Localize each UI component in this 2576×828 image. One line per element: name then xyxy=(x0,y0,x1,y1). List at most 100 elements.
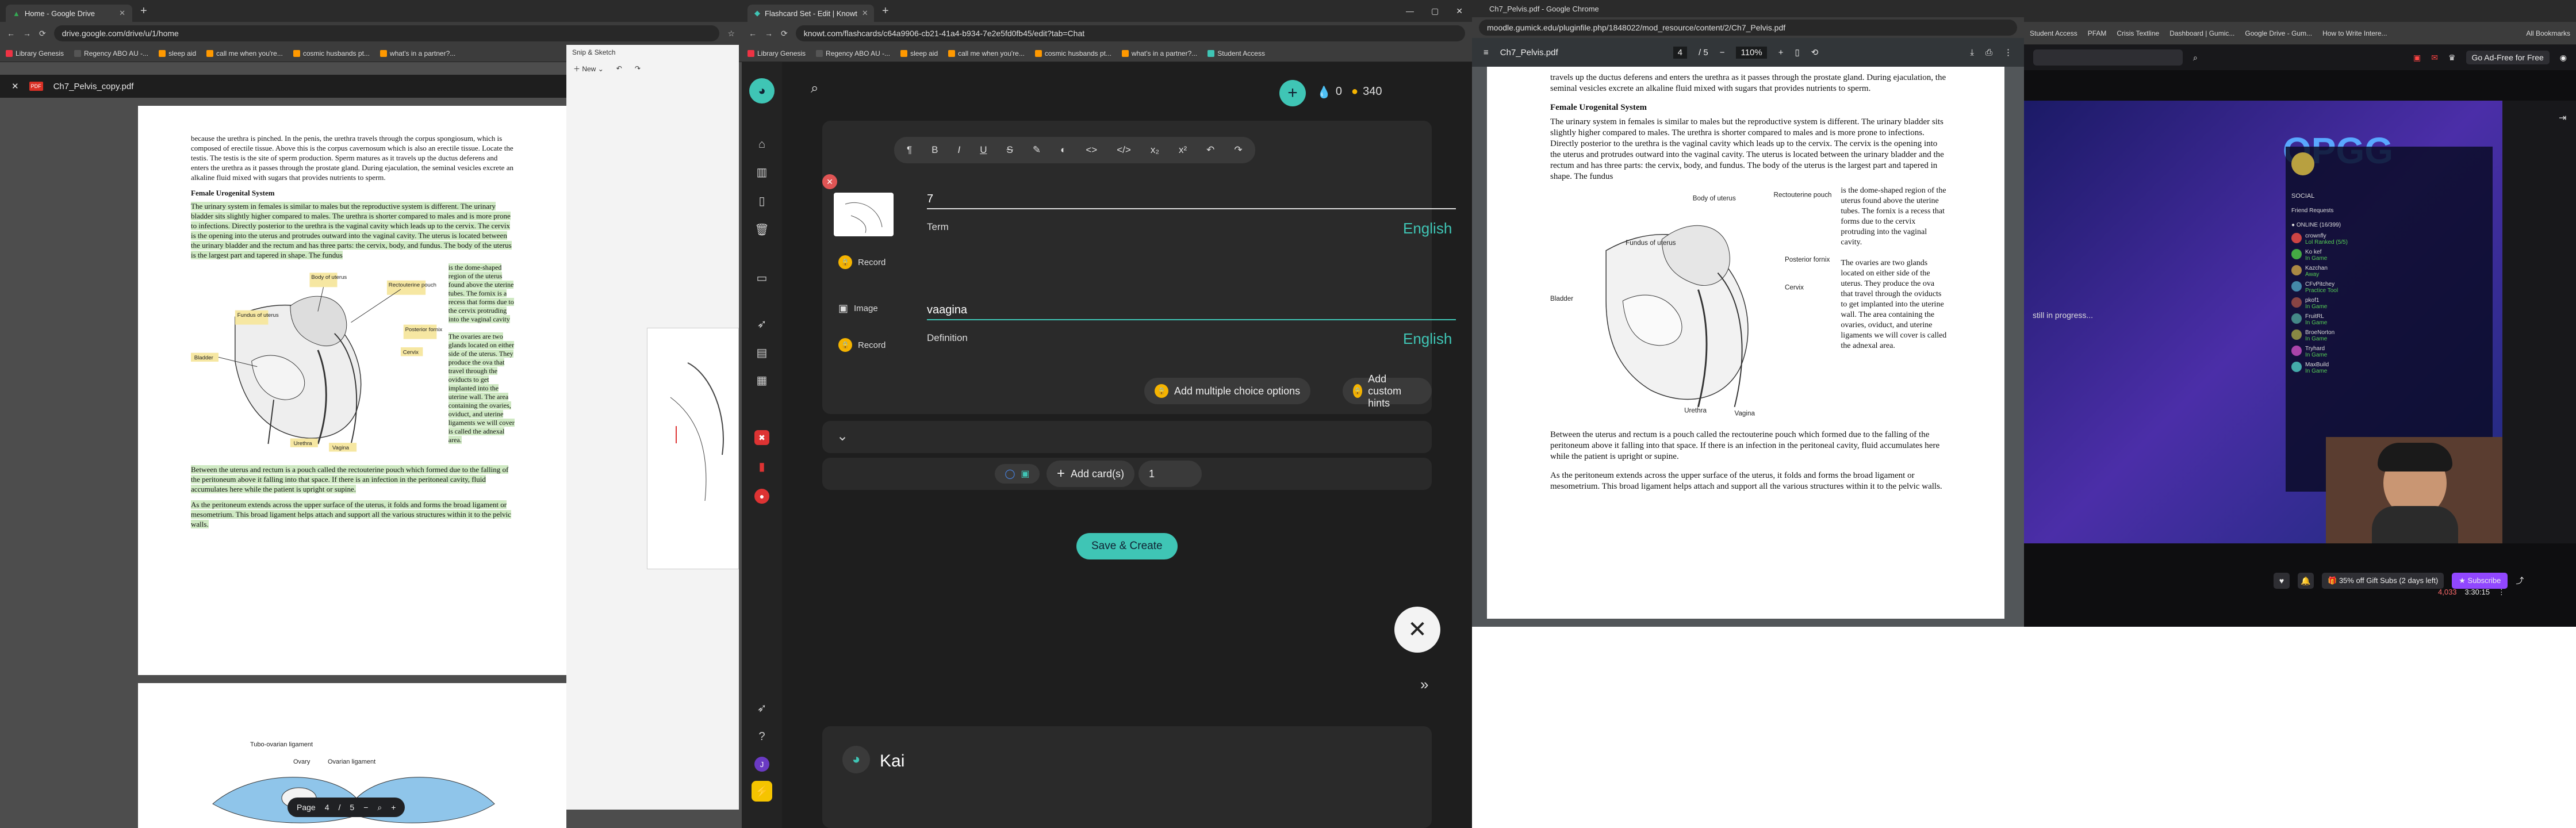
video-icon[interactable]: ✖ xyxy=(754,430,769,445)
print-icon[interactable]: ⎙ xyxy=(1985,48,1992,57)
bookmark-item[interactable]: Crisis Textline xyxy=(2117,29,2159,37)
tab-drive[interactable]: ▲ Home - Google Drive ✕ xyxy=(6,5,132,22)
import-button[interactable]: ◯ ▣ xyxy=(995,464,1040,484)
zoom-out-icon[interactable]: − xyxy=(363,803,368,812)
reload-icon[interactable]: ⟳ xyxy=(39,29,46,39)
undo-icon[interactable]: ↶ xyxy=(616,64,622,72)
back-icon[interactable]: ← xyxy=(749,29,757,38)
heart-icon[interactable]: ♥ xyxy=(2274,573,2290,589)
audio-icon[interactable]: ● xyxy=(754,489,769,504)
inbox-icon[interactable]: ✉ xyxy=(2431,53,2438,63)
card-count-input[interactable]: 1 xyxy=(1138,461,1202,487)
account-icon[interactable]: ◉ xyxy=(2560,53,2567,63)
bookmark-icon[interactable]: ▯ xyxy=(754,193,769,208)
subscript-icon[interactable]: x₂ xyxy=(1151,144,1159,156)
zoom-input[interactable]: 110% xyxy=(1736,46,1767,59)
undo-icon[interactable]: ↶ xyxy=(1206,144,1214,156)
list-item[interactable]: FruitRL In Game xyxy=(2291,313,2487,326)
library-icon[interactable]: ▥ xyxy=(754,164,769,179)
expand-icon[interactable]: » xyxy=(1420,676,1428,693)
custom-hints-button[interactable]: 🔒 Add custom hints xyxy=(1343,373,1432,409)
more-icon[interactable]: ⋮ xyxy=(2498,588,2505,597)
save-create-button[interactable]: Save & Create xyxy=(1076,533,1178,559)
bookmark-item[interactable]: sleep aid xyxy=(900,49,938,57)
menu-icon[interactable]: ≡ xyxy=(1483,48,1489,57)
bell-icon[interactable]: 🔔 xyxy=(2298,573,2314,589)
more-icon[interactable]: ⋮ xyxy=(2004,47,2012,57)
bookmark-item[interactable]: How to Write Intere... xyxy=(2322,29,2387,37)
bookmark-item[interactable]: Library Genesis xyxy=(6,49,64,57)
home-icon[interactable]: ⌂ xyxy=(754,137,769,152)
collapsed-card[interactable]: ⌄ xyxy=(822,421,1432,453)
page-current[interactable]: 4 xyxy=(325,803,329,812)
stream-search-input[interactable] xyxy=(2033,49,2183,66)
list-item[interactable]: MaxBuild In Game xyxy=(2291,362,2487,374)
new-tab-button[interactable]: + xyxy=(136,5,152,18)
bookmark-item[interactable]: PFAM xyxy=(2088,29,2107,37)
bookmark-item[interactable]: Student Access xyxy=(2030,29,2077,37)
zoom-in-icon[interactable]: + xyxy=(1778,48,1784,57)
notes-icon[interactable]: ▤ xyxy=(754,345,769,360)
term-language-select[interactable]: English xyxy=(1403,220,1452,237)
avatar[interactable]: J xyxy=(754,757,769,772)
bold-icon[interactable]: B xyxy=(931,144,938,156)
bookmark-item[interactable]: what's in a partner?... xyxy=(1121,49,1197,57)
download-icon[interactable]: ⤓ xyxy=(1970,48,1974,57)
list-item[interactable]: crownfly Lol Ranked (5/5) xyxy=(2291,233,2487,246)
italic-icon[interactable]: I xyxy=(957,144,960,156)
delete-card-icon[interactable]: ✕ xyxy=(822,174,837,189)
underline-icon[interactable]: U xyxy=(980,144,987,156)
pdf-icon[interactable]: ▮ xyxy=(754,459,769,474)
list-item[interactable]: CFvPitchey Practice Tool xyxy=(2291,281,2487,294)
tab-knowt[interactable]: ◆ Flashcard Set - Edit | Knowt ✕ xyxy=(747,5,874,22)
bookmark-item[interactable]: what's in a partner?... xyxy=(379,49,455,57)
code-icon[interactable]: <> xyxy=(1086,144,1097,156)
term-record-button[interactable]: 🔒 Record xyxy=(834,252,891,273)
reload-icon[interactable]: ⟳ xyxy=(781,29,788,39)
collapse-chat-icon[interactable]: ⇥ xyxy=(2559,112,2566,124)
strikethrough-icon[interactable]: S xyxy=(1007,144,1013,156)
color-icon[interactable]: ◐ xyxy=(1060,144,1066,156)
help-icon[interactable]: ? xyxy=(754,729,769,744)
multiple-choice-button[interactable]: 🔒 Add multiple choice options xyxy=(1144,378,1311,404)
list-item[interactable]: Ko kef In Game xyxy=(2291,249,2487,262)
list-item[interactable]: BroeNorton In Game xyxy=(2291,329,2487,342)
gift-subs-button[interactable]: 🎁 35% off Gift Subs (2 days left) xyxy=(2322,573,2444,589)
bookmark-item[interactable]: Library Genesis xyxy=(747,49,806,57)
ad-free-button[interactable]: Go Ad-Free for Free xyxy=(2466,51,2550,64)
close-icon[interactable]: ✕ xyxy=(1394,607,1440,653)
term-image-thumbnail[interactable] xyxy=(834,193,894,236)
close-tab-icon[interactable]: ✕ xyxy=(862,9,868,18)
bookmark-item[interactable]: sleep aid xyxy=(159,49,196,57)
launch-icon[interactable]: ➶ xyxy=(754,700,769,715)
back-icon[interactable]: ← xyxy=(7,29,15,38)
subscribe-button[interactable]: ★ Subscribe xyxy=(2452,573,2508,589)
add-cards-button[interactable]: + Add card(s) xyxy=(1046,461,1135,487)
close-tab-icon[interactable]: ✕ xyxy=(119,9,125,18)
zoom-icon[interactable]: ⌕ xyxy=(377,803,382,812)
trash-icon[interactable]: 🗑 xyxy=(754,222,769,237)
redo-icon[interactable]: ↷ xyxy=(1234,144,1242,156)
share-icon[interactable]: ⤴ xyxy=(2516,575,2524,586)
streak-counter[interactable]: 💧 0 xyxy=(1317,85,1342,99)
url-field[interactable]: moodle.gumick.edu/pluginfile.php/1848022… xyxy=(1479,20,2017,36)
list-item[interactable]: Kazchan Away xyxy=(2291,265,2487,278)
maximize-icon[interactable]: ▢ xyxy=(1431,6,1439,16)
bookmark-item[interactable]: call me when you're... xyxy=(948,49,1025,57)
bookmark-item[interactable]: All Bookmarks xyxy=(2526,29,2570,37)
search-icon[interactable]: ⌕ xyxy=(811,80,818,97)
bookmark-item[interactable]: cosmic husbands pt... xyxy=(1034,49,1111,57)
fit-page-icon[interactable]: ▯ xyxy=(1795,47,1800,57)
create-button[interactable]: + xyxy=(1279,80,1306,106)
star-icon[interactable]: ☆ xyxy=(727,29,735,39)
bookmark-item[interactable]: call me when you're... xyxy=(206,49,283,57)
bookmark-item[interactable]: Student Access xyxy=(1208,49,1265,57)
definition-record-button[interactable]: 🔒 Record xyxy=(834,335,891,355)
notification-icon[interactable]: ▣ xyxy=(2413,53,2421,63)
minimize-icon[interactable]: — xyxy=(1406,6,1414,16)
list-item[interactable]: pkof1 In Game xyxy=(2291,297,2487,310)
lightning-icon[interactable]: ⚡ xyxy=(752,781,772,802)
code-block-icon[interactable]: </> xyxy=(1117,144,1131,156)
new-snip-button[interactable]: ＋ New ⌄ xyxy=(573,64,604,74)
zoom-in-icon[interactable]: + xyxy=(391,803,396,812)
